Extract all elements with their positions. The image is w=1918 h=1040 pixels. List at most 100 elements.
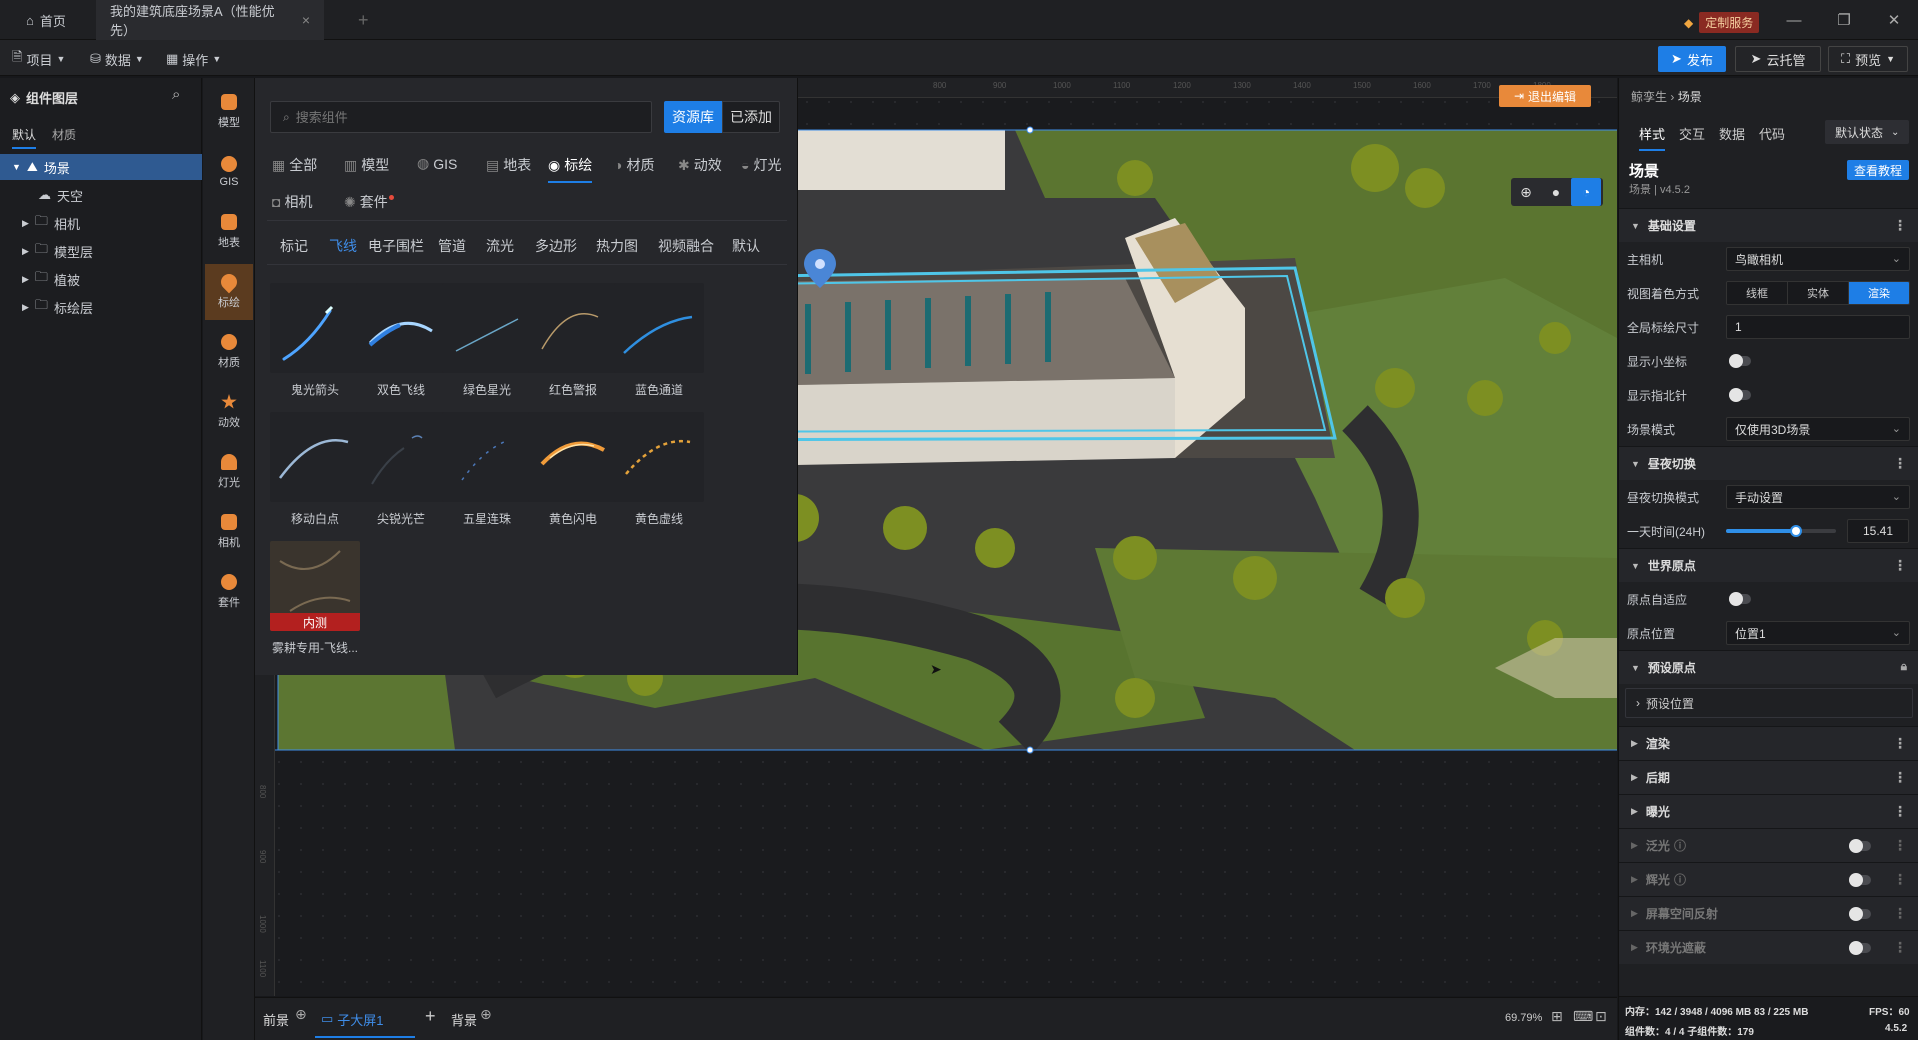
exit-edit-button[interactable]: ⇥ 退出编辑 xyxy=(1499,85,1591,107)
type-camera[interactable]: 相机 xyxy=(205,504,253,560)
tab-code[interactable]: 代码 xyxy=(1759,124,1785,143)
subtab-polygon[interactable]: 多边形 xyxy=(535,236,577,256)
section-post[interactable]: ▶ 后期 ⋮ xyxy=(1619,760,1918,794)
publish-button[interactable]: ➤ 发布 xyxy=(1658,46,1726,72)
type-light[interactable]: 灯光 xyxy=(205,444,253,500)
operate-menu[interactable]: ▦ 操作 ▼ xyxy=(166,48,221,70)
subtab-heatmap[interactable]: 热力图 xyxy=(596,236,638,256)
subtab-video-fusion[interactable]: 视频融合 xyxy=(658,236,714,256)
category-plot[interactable]: ◉ 标绘 xyxy=(548,155,593,183)
more-icon[interactable]: ⋮ xyxy=(1893,217,1907,234)
search-input[interactable] xyxy=(295,109,626,125)
preset-position-row[interactable]: › 预设位置 xyxy=(1625,688,1913,718)
subtab-marker[interactable]: 标记 xyxy=(280,236,308,256)
section-origin[interactable]: ▼ 世界原点 ⋮ xyxy=(1619,548,1918,582)
category-gis[interactable]: ◍ GIS xyxy=(417,155,457,172)
asset-item[interactable]: 移动白点 xyxy=(270,412,360,532)
added-tab-button[interactable]: 已添加 xyxy=(722,101,780,133)
camera-select[interactable]: 鸟瞰相机 ⌄ xyxy=(1726,247,1910,271)
shading-render[interactable]: 渲染 xyxy=(1849,282,1909,304)
back-layer-tab[interactable]: 背景 xyxy=(451,1010,477,1029)
type-kit[interactable]: 套件 xyxy=(205,564,253,620)
layer-item-camera[interactable]: ▶ 🗀 相机 xyxy=(0,210,202,236)
terminal-icon[interactable]: ⊡ xyxy=(1595,1008,1607,1025)
subtab-pipe[interactable]: 管道 xyxy=(438,236,466,256)
asset-item[interactable]: 鬼光箭头 xyxy=(270,283,360,403)
custom-service[interactable]: ◆ 定制服务 xyxy=(1684,12,1760,33)
layer-item-scene[interactable]: ▼ ⛰ 场景 xyxy=(0,154,202,180)
tab-material[interactable]: 材质 xyxy=(52,126,76,143)
add-tab-icon[interactable]: + xyxy=(344,0,383,40)
time-slider[interactable] xyxy=(1726,525,1836,537)
category-effect[interactable]: ✱ 动效 xyxy=(678,155,722,175)
more-icon[interactable]: ⋮ xyxy=(1893,455,1907,472)
type-plot[interactable]: 标绘 xyxy=(205,264,253,320)
more-icon[interactable]: ⋮ xyxy=(1893,769,1907,786)
add-icon[interactable]: ⊕ xyxy=(480,1006,492,1023)
glow-toggle[interactable] xyxy=(1849,873,1871,887)
category-kit[interactable]: ✺ 套件 xyxy=(344,192,394,212)
state-select[interactable]: 默认状态 ⌄ xyxy=(1825,120,1909,144)
asset-item[interactable]: 蓝色通道 xyxy=(614,283,704,403)
more-icon[interactable]: ⋮ xyxy=(1893,939,1907,956)
scene-mode-select[interactable]: 仅使用3D场景 ⌄ xyxy=(1726,417,1910,441)
preview-button[interactable]: ⛶ 预览 ▼ xyxy=(1828,46,1908,72)
section-preset[interactable]: ▼ 预设原点 🔒︎ xyxy=(1619,650,1918,684)
origin-auto-toggle[interactable] xyxy=(1729,592,1751,606)
minimize-icon[interactable]: — xyxy=(1778,8,1810,32)
asset-item[interactable]: 双色飞线 xyxy=(356,283,446,403)
type-model[interactable]: 模型 xyxy=(205,84,253,140)
breadcrumb-root[interactable]: 鲸孪生 xyxy=(1631,90,1667,104)
close-icon[interactable]: × xyxy=(302,12,310,28)
time-input[interactable]: 15.41 xyxy=(1847,519,1909,543)
show-compass-toggle[interactable] xyxy=(1729,388,1751,402)
section-glow[interactable]: ▶ 辉光 ⓘ ⋮ xyxy=(1619,862,1918,896)
tab-data[interactable]: 数据 xyxy=(1719,124,1745,143)
tutorial-button[interactable]: 查看教程 xyxy=(1847,160,1909,180)
project-menu[interactable]: 🗎 项目 ▼ xyxy=(12,48,65,70)
asset-item[interactable]: 尖锐光芒 xyxy=(356,412,446,532)
subtab-streamer[interactable]: 流光 xyxy=(486,236,514,256)
asset-item[interactable]: 黄色闪电 xyxy=(528,412,618,532)
type-gis[interactable]: GIS xyxy=(205,144,253,200)
more-icon[interactable]: ⋮ xyxy=(1893,803,1907,820)
asset-item[interactable]: 红色警报 xyxy=(528,283,618,403)
ao-toggle[interactable] xyxy=(1849,941,1871,955)
tab-default[interactable]: 默认 xyxy=(12,126,37,149)
tab-interaction[interactable]: 交互 xyxy=(1679,124,1705,143)
subtab-flyline[interactable]: 飞线 xyxy=(329,236,357,256)
layer-item-vegetation[interactable]: ▶ 🗀 植被 xyxy=(0,266,202,292)
category-light[interactable]: ◒ 灯光 xyxy=(741,155,781,175)
more-icon[interactable]: ⋮ xyxy=(1893,557,1907,574)
shading-solid[interactable]: 实体 xyxy=(1788,282,1849,304)
time-slider-handle[interactable] xyxy=(1790,525,1803,537)
section-ssr[interactable]: ▶ 屏幕空间反射 ⋮ xyxy=(1619,896,1918,930)
library-tab-button[interactable]: 资源库 xyxy=(664,101,722,133)
more-icon[interactable]: ⋮ xyxy=(1893,837,1907,854)
asset-item-beta[interactable]: 内测 雾耕专用-飞线... xyxy=(270,541,360,661)
sub-screen-tab[interactable]: ▭ 子大屏1 xyxy=(315,1002,415,1038)
more-icon[interactable]: ⋮ xyxy=(1893,735,1907,752)
daynight-mode-select[interactable]: 手动设置 ⌄ xyxy=(1726,485,1910,509)
asset-item[interactable]: 绿色星光 xyxy=(442,283,532,403)
subtab-default[interactable]: 默认 xyxy=(732,236,760,256)
section-ao[interactable]: ▶ 环境光遮蔽 ⋮ xyxy=(1619,930,1918,964)
keyboard-icon[interactable]: ⌨ xyxy=(1573,1008,1593,1025)
front-layer-tab[interactable]: 前景 xyxy=(263,1010,289,1029)
section-exposure[interactable]: ▶ 曝光 ⋮ xyxy=(1619,794,1918,828)
lock-icon[interactable]: 🔒︎ xyxy=(1901,659,1907,674)
scene-tab[interactable]: 我的建筑底座场景A（性能优先） × xyxy=(96,0,324,40)
origin-pos-select[interactable]: 位置1 ⌄ xyxy=(1726,621,1910,645)
type-terrain[interactable]: 地表 xyxy=(205,204,253,260)
home-tab[interactable]: ⌂ 首页 xyxy=(12,0,92,40)
close-window-icon[interactable]: ✕ xyxy=(1878,8,1910,32)
more-icon[interactable]: ⋮ xyxy=(1893,871,1907,888)
layer-item-plot[interactable]: ▶ 🗀 标绘层 xyxy=(0,294,202,320)
layer-item-model[interactable]: ▶ 🗀 模型层 xyxy=(0,238,202,264)
section-bloom[interactable]: ▶ 泛光 ⓘ ⋮ xyxy=(1619,828,1918,862)
subtab-fence[interactable]: 电子围栏 xyxy=(368,236,424,256)
more-icon[interactable]: ⋮ xyxy=(1893,905,1907,922)
bloom-toggle[interactable] xyxy=(1849,839,1871,853)
category-camera[interactable]: ◘ 相机 xyxy=(272,192,312,212)
ssr-toggle[interactable] xyxy=(1849,907,1871,921)
